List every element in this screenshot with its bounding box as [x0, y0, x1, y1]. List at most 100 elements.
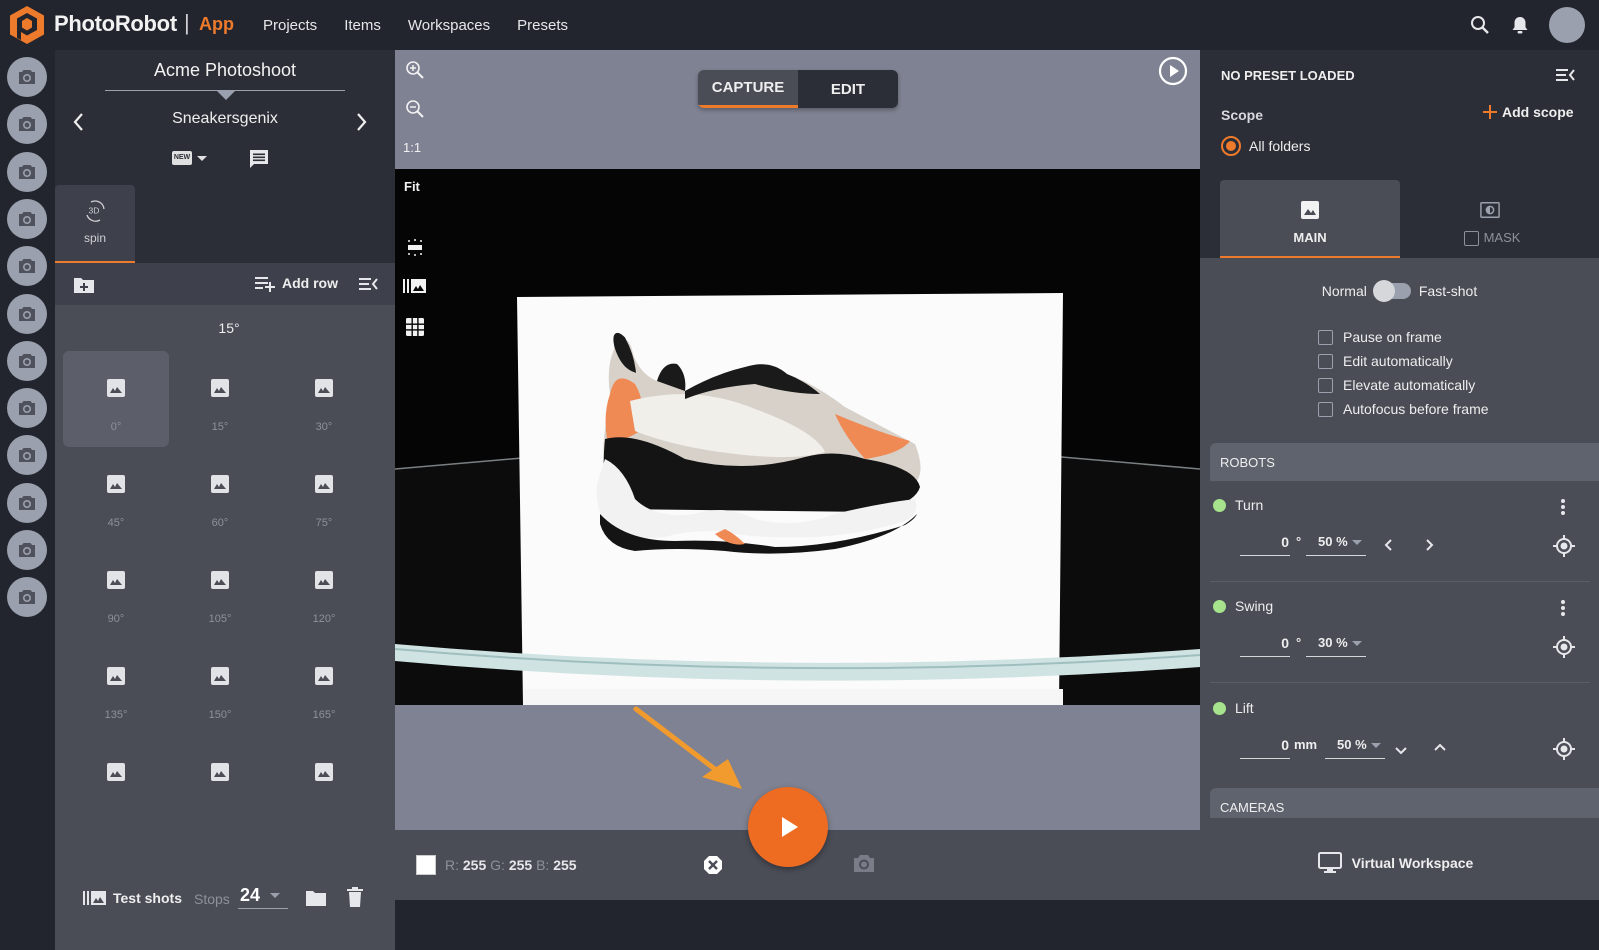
project-title[interactable]: Acme Photoshoot — [55, 60, 395, 81]
stop-icon[interactable] — [703, 855, 723, 875]
app-label[interactable]: App — [199, 14, 234, 35]
camera-button[interactable] — [7, 577, 47, 618]
frame-thumbnail[interactable]: 105° — [167, 543, 273, 639]
stops-select[interactable]: 24 — [238, 883, 288, 909]
frame-thumbnail[interactable] — [271, 735, 377, 831]
speed-select[interactable]: 50 % — [1325, 737, 1385, 759]
image-placeholder-icon — [107, 763, 125, 781]
frame-thumbnail[interactable]: 120° — [271, 543, 377, 639]
zoom-in-icon[interactable] — [405, 60, 425, 80]
nav-presets[interactable]: Presets — [517, 17, 568, 34]
tab-mask[interactable]: MASK — [1400, 180, 1580, 258]
add-scope-button[interactable]: Add scope — [1482, 104, 1574, 120]
camera-button[interactable] — [7, 388, 47, 429]
captured-photo[interactable] — [395, 169, 1200, 705]
checkbox[interactable] — [1318, 329, 1333, 345]
option-pause-on-frame[interactable]: Pause on frame — [1318, 325, 1489, 349]
grid-overlay-icon[interactable] — [405, 317, 425, 337]
zoom-1-1-button[interactable]: 1:1 — [403, 140, 423, 160]
spin-tab-label: spin — [83, 231, 106, 245]
frame-thumbnail[interactable]: 90° — [63, 543, 169, 639]
search-icon[interactable] — [1469, 14, 1491, 36]
chevron-right-icon[interactable] — [1422, 538, 1436, 552]
crosshair-icon[interactable] — [1553, 738, 1575, 760]
robot-name: Turn — [1235, 497, 1264, 513]
option-autofocus-before-frame[interactable]: Autofocus before frame — [1318, 397, 1489, 421]
start-capture-button[interactable] — [748, 787, 828, 867]
test-shots-view-icon[interactable] — [403, 278, 426, 298]
camera-button[interactable] — [7, 340, 47, 381]
camera-icon[interactable] — [853, 853, 875, 873]
checkbox[interactable] — [1318, 353, 1333, 369]
tab-capture[interactable]: CAPTURE — [698, 70, 798, 108]
frame-thumbnail[interactable]: 135° — [63, 639, 169, 735]
bell-icon[interactable] — [1509, 14, 1531, 36]
option-edit-automatically[interactable]: Edit automatically — [1318, 349, 1489, 373]
camera-button[interactable] — [7, 435, 47, 476]
tab-edit[interactable]: EDIT — [798, 70, 898, 108]
tab-main[interactable]: MAIN — [1220, 180, 1400, 258]
folder-icon[interactable] — [305, 889, 327, 907]
collapse-menu-icon[interactable] — [1555, 67, 1575, 83]
nav-projects[interactable]: Projects — [263, 17, 317, 34]
nav-workspaces[interactable]: Workspaces — [408, 17, 490, 34]
frame-thumbnail[interactable]: 60° — [167, 447, 273, 543]
camera-button[interactable] — [7, 57, 47, 97]
chevron-down-icon[interactable] — [1394, 743, 1408, 757]
add-folder-icon[interactable] — [73, 275, 95, 295]
frame-thumbnail[interactable]: 150° — [167, 639, 273, 735]
arrow-annotation-icon — [632, 705, 752, 795]
test-shots-button[interactable]: Test shots — [83, 890, 182, 906]
user-avatar[interactable] — [1549, 7, 1585, 43]
photorobot-logo[interactable] — [8, 5, 46, 45]
status-dropdown-caret[interactable] — [197, 156, 207, 161]
spin-tab[interactable]: 3D spin — [55, 185, 135, 263]
play-circle-icon[interactable] — [1158, 56, 1188, 86]
more-vertical-icon[interactable] — [1560, 599, 1566, 617]
frame-thumbnail[interactable] — [63, 735, 169, 831]
camera-button[interactable] — [7, 293, 47, 334]
chevron-right-icon[interactable] — [351, 110, 371, 134]
checkbox[interactable] — [1318, 377, 1333, 393]
crosshair-icon[interactable] — [1553, 636, 1575, 658]
position-input[interactable]: 0 — [1240, 534, 1290, 556]
camera-button[interactable] — [7, 482, 47, 523]
nav-items[interactable]: Items — [344, 17, 381, 34]
collapse-menu-icon[interactable] — [358, 275, 378, 293]
frame-thumbnail[interactable]: 15° — [167, 351, 273, 447]
zoom-fit-button[interactable]: Fit — [404, 179, 424, 199]
frame-thumbnail[interactable]: 75° — [271, 447, 377, 543]
camera-button[interactable] — [7, 151, 47, 192]
more-vertical-icon[interactable] — [1560, 498, 1566, 516]
camera-button[interactable] — [7, 104, 47, 145]
camera-button[interactable] — [7, 530, 47, 570]
frame-thumbnail[interactable]: 165° — [271, 639, 377, 735]
speed-select[interactable]: 30 % — [1306, 635, 1366, 657]
camera-button[interactable] — [7, 246, 47, 287]
zoom-out-icon[interactable] — [405, 99, 425, 119]
frame-thumbnail[interactable]: 45° — [63, 447, 169, 543]
frame-thumbnail[interactable]: 0° — [63, 351, 169, 447]
frame-thumbnail[interactable]: 30° — [271, 351, 377, 447]
speed-select[interactable]: 50 % — [1306, 534, 1366, 556]
scope-radio-all-folders[interactable]: All folders — [1221, 136, 1310, 156]
fast-shot-toggle[interactable] — [1372, 280, 1411, 302]
option-elevate-automatically[interactable]: Elevate automatically — [1318, 373, 1489, 397]
chevron-up-icon[interactable] — [1433, 741, 1447, 755]
divider — [1210, 682, 1590, 683]
crosshair-icon[interactable] — [1553, 535, 1575, 557]
checkbox[interactable] — [1318, 401, 1333, 417]
chevron-left-icon[interactable] — [1382, 538, 1396, 552]
comment-icon[interactable] — [248, 148, 270, 170]
project-dropdown-indicator[interactable] — [217, 91, 235, 100]
position-input[interactable]: 0 — [1240, 737, 1290, 759]
add-row-button[interactable]: Add row — [254, 274, 338, 292]
position-input[interactable]: 0 — [1240, 635, 1290, 657]
camera-button[interactable] — [7, 198, 47, 239]
status-badge[interactable]: NEW — [172, 151, 192, 165]
frame-thumbnail[interactable] — [167, 735, 273, 831]
lighting-icon[interactable] — [405, 237, 425, 257]
trash-icon[interactable] — [347, 887, 363, 907]
status-dot — [1213, 702, 1226, 715]
virtual-workspace-button[interactable]: Virtual Workspace — [1200, 825, 1599, 900]
